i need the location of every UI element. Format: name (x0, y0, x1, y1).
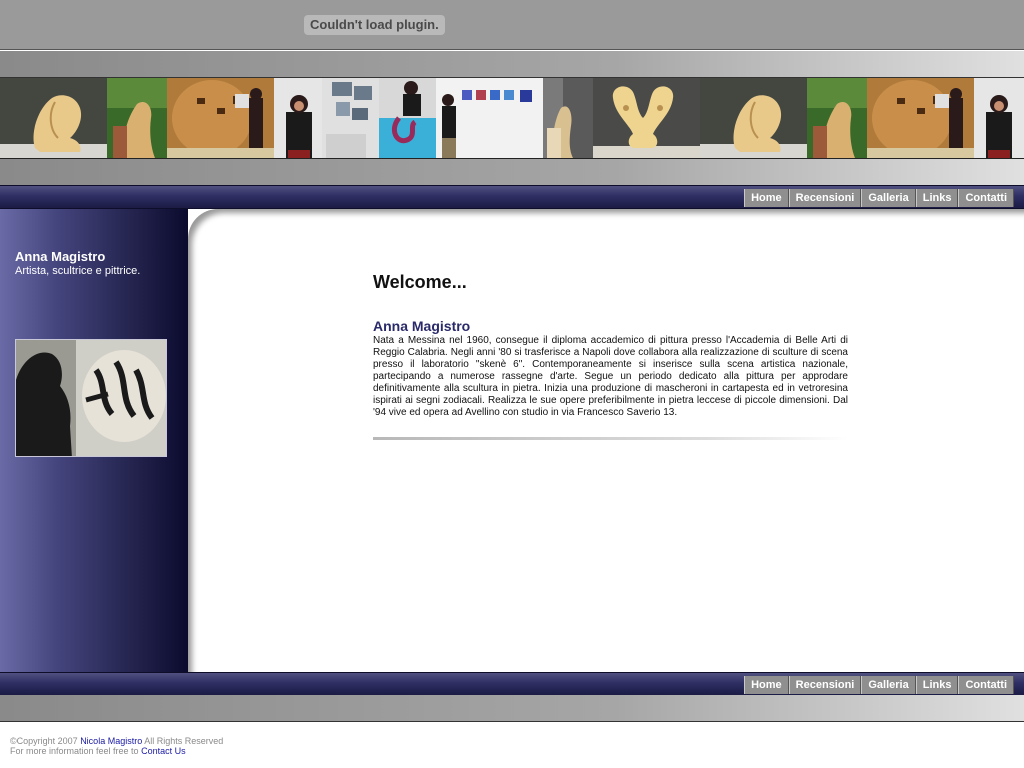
contact-line: For more information feel free to Contac… (10, 746, 223, 756)
nav-galleria-link[interactable]: Galleria (861, 189, 916, 207)
artist-portrait-image (274, 78, 322, 158)
sculpture-garden-image (807, 78, 867, 158)
sidebar-artist-subtitle: Artista, scultrice e pittrice. (15, 265, 141, 277)
cave-exhibition-image (867, 78, 974, 158)
article-title: Anna Magistro (373, 318, 471, 334)
copyright-prefix: ©Copyright 2007 (10, 736, 78, 746)
info-text: For more information feel free to (10, 746, 139, 756)
copyright-line: ©Copyright 2007 Nicola Magistro All Righ… (10, 736, 223, 746)
header-gradient-lower (0, 159, 1024, 185)
mirror-sculpture-image (543, 78, 593, 158)
wall-art-exhibit-image (322, 78, 379, 158)
sidebar: Anna Magistro Artista, scultrice e pittr… (0, 209, 188, 672)
nav-home-link[interactable]: Home (744, 189, 789, 207)
sculpture-head-image (700, 78, 807, 158)
nav-contatti-link[interactable]: Contatti (958, 189, 1014, 207)
header-photo-strip (0, 78, 1024, 159)
sidebar-artist-name: Anna Magistro (15, 249, 106, 264)
article-body: Nata a Messina nel 1960, consegue il dip… (373, 335, 848, 418)
welcome-heading: Welcome... (373, 272, 467, 292)
plugin-error-message[interactable]: Couldn't load plugin. (304, 15, 445, 35)
footer-gradient (0, 695, 1024, 722)
page: Couldn't load plugin. Home Recensioni Ga… (0, 0, 1024, 768)
gallery-room-image (436, 78, 543, 158)
footer-nav-home-link[interactable]: Home (744, 676, 789, 694)
header-gradient-upper (0, 51, 1024, 78)
sculpture-garden-image (107, 78, 167, 158)
author-link[interactable]: Nicola Magistro (80, 736, 142, 746)
blue-sculpture-image (379, 78, 436, 158)
cave-exhibition-image (167, 78, 274, 158)
footer: ©Copyright 2007 Nicola Magistro All Righ… (10, 736, 223, 756)
top-nav-links: Home Recensioni Galleria Links Contatti (744, 189, 1014, 207)
bottom-nav-bar: Home Recensioni Galleria Links Contatti (0, 672, 1024, 696)
artist-working-photo (15, 339, 167, 457)
footer-nav-links-link[interactable]: Links (915, 676, 959, 694)
content-area (188, 209, 1024, 672)
footer-nav-galleria-link[interactable]: Galleria (861, 676, 916, 694)
rights-text: All Rights Reserved (144, 736, 224, 746)
sculpture-head-image (0, 78, 107, 158)
footer-nav-recensioni-link[interactable]: Recensioni (788, 676, 862, 694)
artist-portrait-image (974, 78, 1024, 158)
nav-links-link[interactable]: Links (915, 189, 959, 207)
double-face-sculpture-image (593, 78, 700, 158)
contact-us-link[interactable]: Contact Us (141, 746, 186, 756)
top-nav-bar: Home Recensioni Galleria Links Contatti (0, 185, 1024, 209)
nav-recensioni-link[interactable]: Recensioni (788, 189, 862, 207)
plugin-bar: Couldn't load plugin. (0, 0, 1024, 50)
bottom-nav-links: Home Recensioni Galleria Links Contatti (744, 676, 1014, 694)
footer-nav-contatti-link[interactable]: Contatti (958, 676, 1014, 694)
article-divider (373, 437, 848, 440)
